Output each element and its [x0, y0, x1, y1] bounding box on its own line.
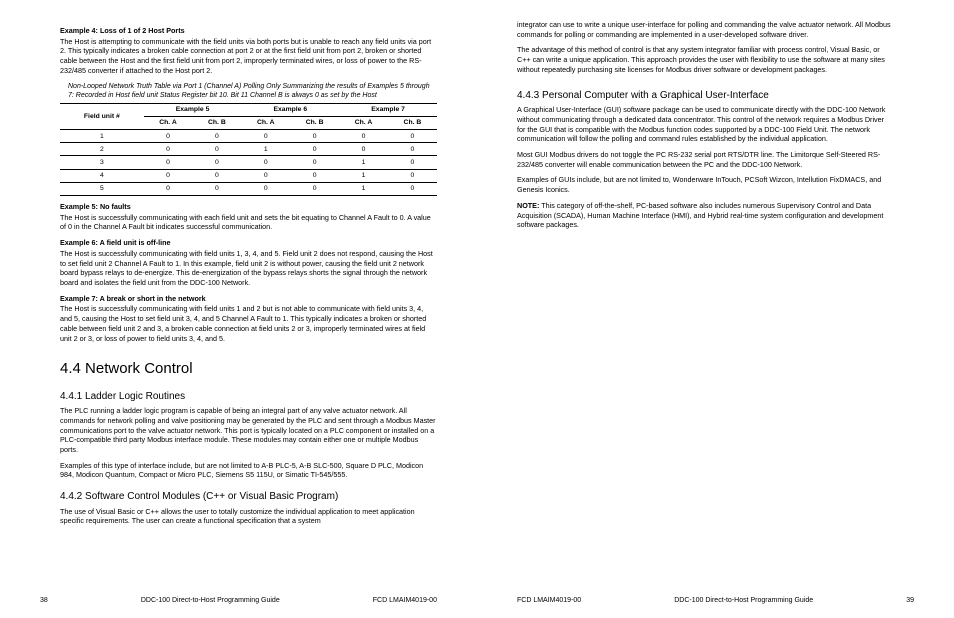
table-cell: 0: [241, 130, 290, 143]
section-4-4-heading: 4.4 Network Control: [60, 359, 437, 379]
table-row: 4000010: [60, 169, 437, 182]
th-chb: Ch. B: [192, 116, 241, 129]
p-top1: integrator can use to write a unique use…: [517, 20, 894, 39]
left-footer-right: FCD LMAIM4019-00: [373, 597, 437, 604]
right-footer: FCD LMAIM4019-00 DDC-100 Direct-to-Host …: [517, 597, 914, 604]
p-443a: A Graphical User-Interface (GUI) softwar…: [517, 105, 894, 144]
th-cha: Ch. A: [144, 116, 193, 129]
table-cell: 0: [144, 169, 193, 182]
left-footer-page: 38: [40, 597, 48, 604]
table-cell: 1: [339, 156, 388, 169]
table-row: 3000010: [60, 156, 437, 169]
note-label: NOTE:: [517, 201, 539, 210]
table-cell: 0: [144, 182, 193, 195]
table-cell: 0: [144, 143, 193, 156]
table-cell: 1: [241, 143, 290, 156]
table-cell: 0: [192, 169, 241, 182]
table-cell: 0: [339, 143, 388, 156]
table-cell: 0: [290, 169, 339, 182]
table-cell: 1: [339, 182, 388, 195]
table-cell: 0: [388, 182, 437, 195]
table-cell: 1: [60, 130, 144, 143]
th-fieldunit: Field unit #: [60, 103, 144, 129]
table-cell: 0: [290, 130, 339, 143]
example7-body: The Host is successfully communicating w…: [60, 304, 437, 343]
th-ex7: Example 7: [339, 103, 437, 116]
truth-table: Field unit # Example 5 Example 6 Example…: [60, 103, 437, 196]
table-cell: 0: [388, 156, 437, 169]
p-443c: Examples of GUIs include, but are not li…: [517, 175, 894, 194]
p-441b: Examples of this type of interface inclu…: [60, 461, 437, 480]
th-cha2: Ch. A: [241, 116, 290, 129]
left-page: Example 4: Loss of 1 of 2 Host Ports The…: [0, 0, 477, 618]
left-footer: 38 DDC-100 Direct-to-Host Programming Gu…: [40, 597, 437, 604]
table-cell: 2: [60, 143, 144, 156]
th-chb3: Ch. B: [388, 116, 437, 129]
table-caption: Non-Looped Network Truth Table via Port …: [68, 82, 437, 100]
table-cell: 0: [388, 130, 437, 143]
p-442: The use of Visual Basic or C++ allows th…: [60, 507, 437, 526]
example6-title: Example 6: A field unit is off-line: [60, 238, 437, 248]
th-ex6: Example 6: [241, 103, 339, 116]
section-4-4-3-heading: 4.4.3 Personal Computer with a Graphical…: [517, 89, 894, 103]
example7-title: Example 7: A break or short in the netwo…: [60, 294, 437, 304]
table-cell: 0: [241, 169, 290, 182]
table-cell: 1: [339, 169, 388, 182]
section-4-4-2-heading: 4.4.2 Software Control Modules (C++ or V…: [60, 490, 437, 504]
p-443b: Most GUI Modbus drivers do not toggle th…: [517, 150, 894, 169]
table-cell: 0: [241, 182, 290, 195]
right-footer-left: FCD LMAIM4019-00: [517, 597, 581, 604]
example5-title: Example 5: No faults: [60, 202, 437, 212]
example4-title: Example 4: Loss of 1 of 2 Host Ports: [60, 26, 437, 36]
left-footer-center: DDC-100 Direct-to-Host Programming Guide: [141, 597, 280, 604]
right-footer-center: DDC-100 Direct-to-Host Programming Guide: [674, 597, 813, 604]
right-page: integrator can use to write a unique use…: [477, 0, 954, 618]
th-ex5: Example 5: [144, 103, 242, 116]
table-row: 5000010: [60, 182, 437, 195]
table-cell: 3: [60, 156, 144, 169]
note-body: This category of off-the-shelf, PC-based…: [517, 201, 883, 229]
table-cell: 0: [290, 143, 339, 156]
p-441a: The PLC running a ladder logic program i…: [60, 406, 437, 455]
table-cell: 0: [144, 130, 193, 143]
table-cell: 0: [290, 156, 339, 169]
table-cell: 0: [388, 169, 437, 182]
table-cell: 5: [60, 182, 144, 195]
right-footer-page: 39: [906, 597, 914, 604]
table-cell: 0: [192, 130, 241, 143]
table-cell: 0: [388, 143, 437, 156]
th-cha3: Ch. A: [339, 116, 388, 129]
table-cell: 0: [241, 156, 290, 169]
table-cell: 0: [192, 156, 241, 169]
example5-body: The Host is successfully communicating w…: [60, 213, 437, 232]
table-cell: 0: [192, 143, 241, 156]
p-top2: The advantage of this method of control …: [517, 45, 894, 74]
left-content: Example 4: Loss of 1 of 2 Host Ports The…: [40, 26, 437, 526]
table-cell: 0: [290, 182, 339, 195]
table-cell: 0: [144, 156, 193, 169]
table-cell: 0: [192, 182, 241, 195]
table-cell: 0: [339, 130, 388, 143]
note-paragraph: NOTE: This category of off-the-shelf, PC…: [517, 201, 894, 230]
example6-body: The Host is successfully communicating w…: [60, 249, 437, 288]
right-content: integrator can use to write a unique use…: [517, 20, 914, 230]
section-4-4-1-heading: 4.4.1 Ladder Logic Routines: [60, 390, 437, 404]
table-row: 1000000: [60, 130, 437, 143]
example4-body: The Host is attempting to communicate wi…: [60, 37, 437, 76]
th-chb2: Ch. B: [290, 116, 339, 129]
table-cell: 4: [60, 169, 144, 182]
table-row: 2001000: [60, 143, 437, 156]
